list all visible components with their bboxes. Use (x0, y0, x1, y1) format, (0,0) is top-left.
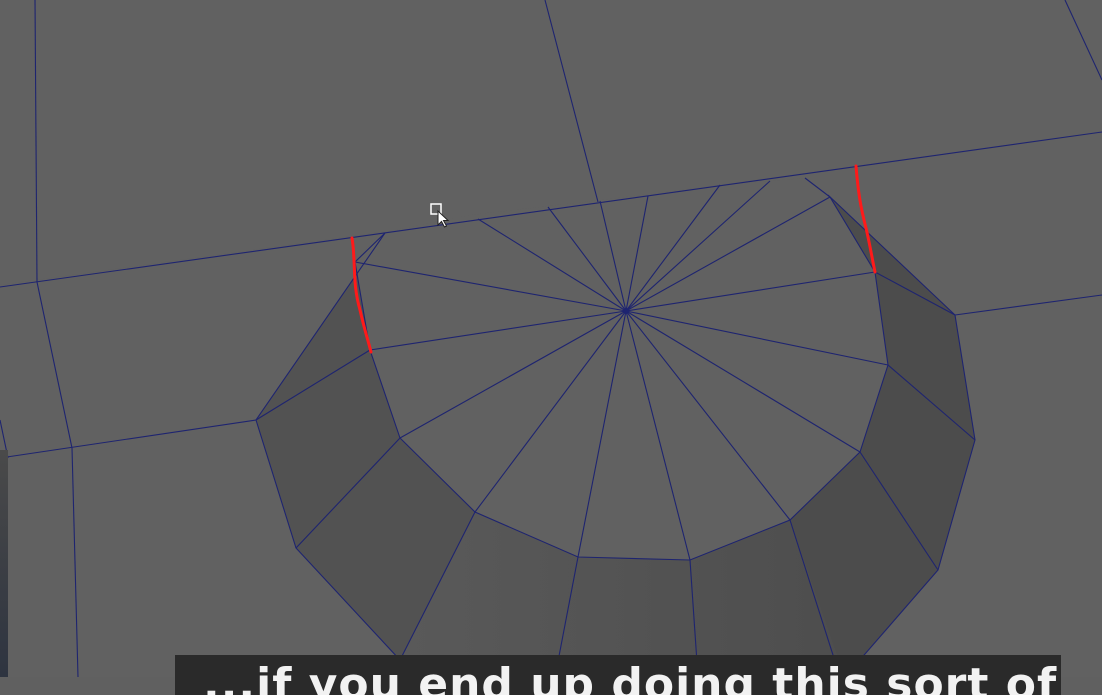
subtitle-caption-bar: ...if you end up doing this sort of thin… (175, 655, 1061, 695)
viewport-left-border (0, 450, 8, 677)
subtitle-caption-text: ...if you end up doing this sort of thin… (203, 659, 1061, 695)
select-cursor-icon (430, 203, 456, 229)
3d-viewport[interactable] (0, 0, 1102, 677)
mesh-canvas (0, 0, 1102, 677)
cap-center-vertex[interactable] (623, 308, 629, 314)
